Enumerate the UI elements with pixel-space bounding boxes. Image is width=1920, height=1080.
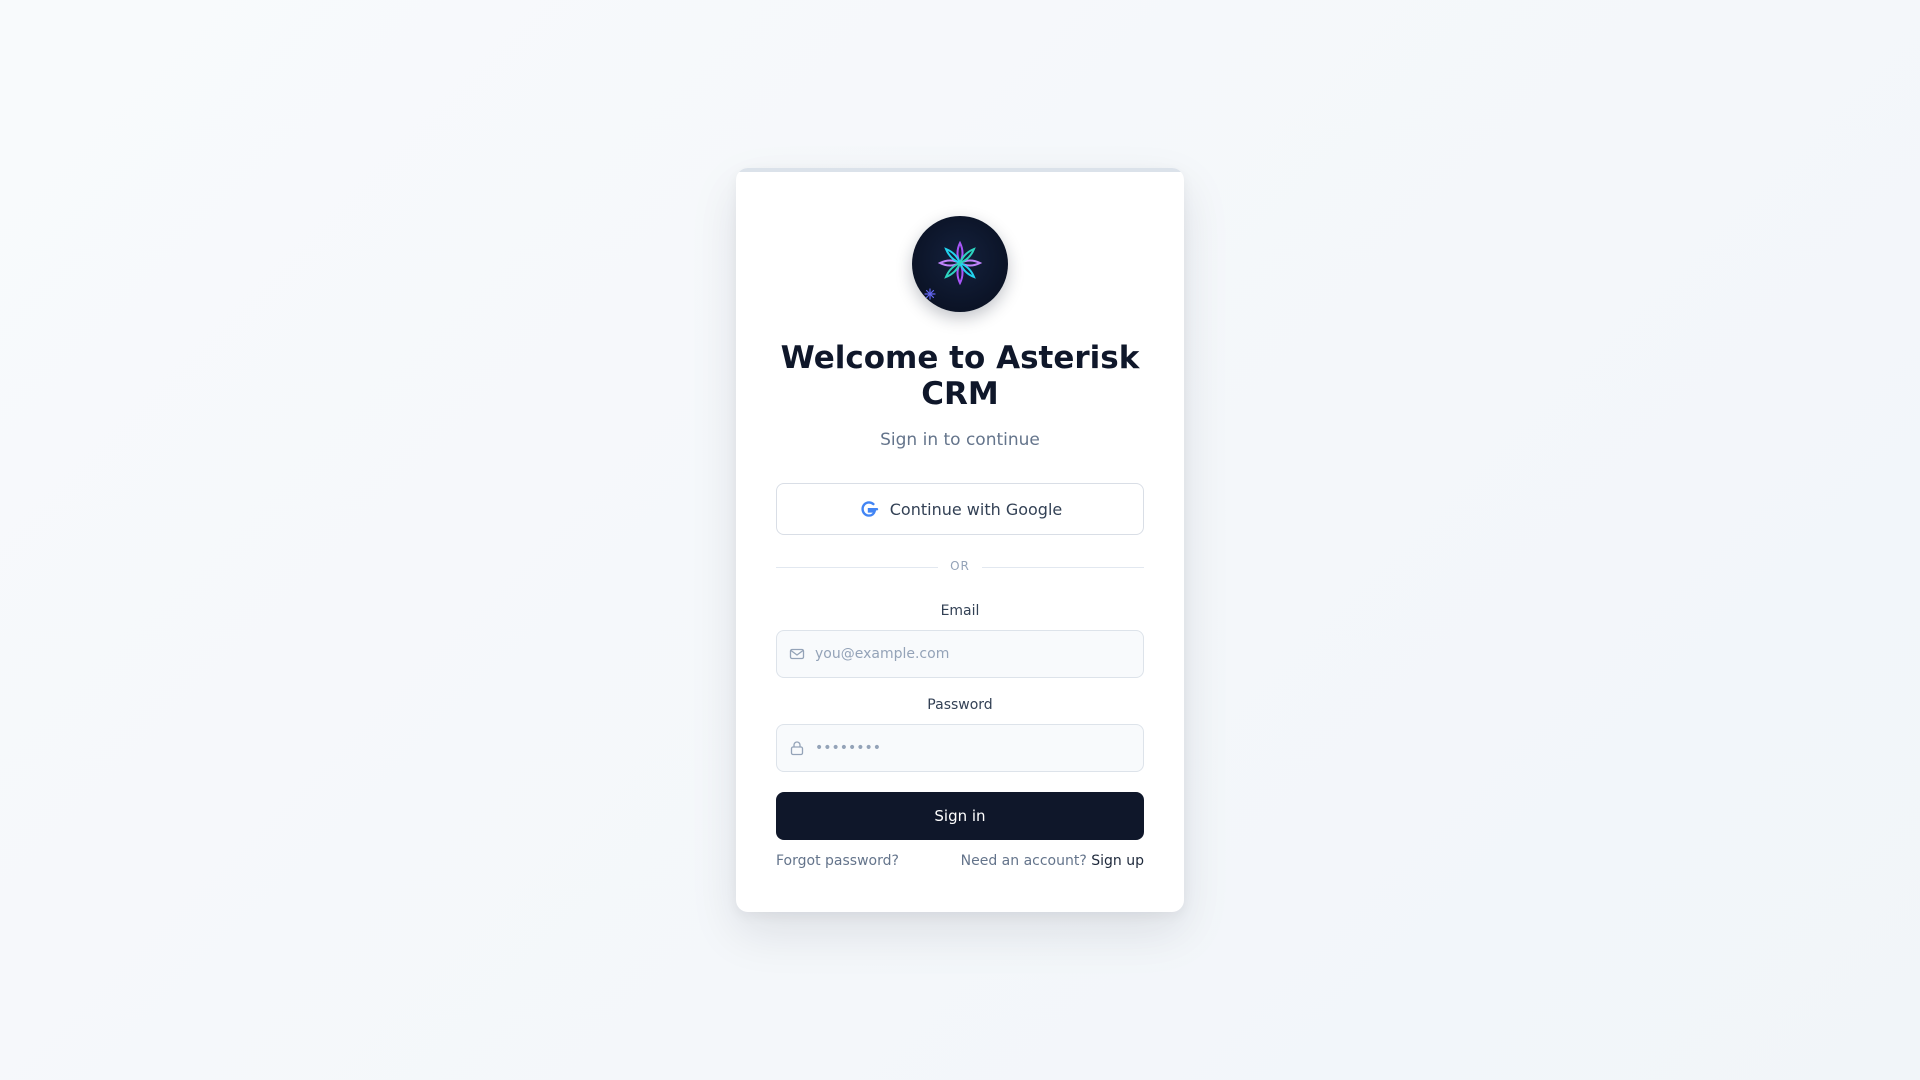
google-button-label: Continue with Google [889, 499, 1063, 519]
email-input[interactable] [815, 646, 1135, 662]
divider-line-right [982, 567, 1144, 568]
auth-footer-links: Forgot password? Need an account? Sign u… [776, 853, 1144, 875]
or-divider: OR [776, 558, 1144, 576]
asterisk-logo-graphic [924, 240, 983, 300]
sign-up-link[interactable]: Sign up [1091, 853, 1144, 869]
password-input[interactable] [815, 740, 1135, 756]
email-label: Email [940, 603, 980, 619]
page-title: Welcome to Asterisk CRM [780, 340, 1140, 412]
page-subtitle: Sign in to continue [880, 430, 1040, 450]
forgot-password-link[interactable]: Forgot password? [776, 853, 899, 869]
need-account-label: Need an account? [960, 853, 1087, 869]
card-top-accent [736, 168, 1184, 172]
password-label: Password [927, 697, 993, 713]
asterisk-icon [912, 216, 1008, 312]
need-account-text: Need an account? Sign up [961, 853, 1144, 869]
continue-with-google-button[interactable]: Continue with Google [776, 483, 1144, 535]
sign-in-button[interactable]: Sign in [776, 792, 1144, 840]
login-card: Welcome to Asterisk CRM Sign in to conti… [736, 168, 1184, 912]
password-field-wrapper[interactable] [776, 724, 1144, 772]
lock-icon [789, 740, 805, 756]
google-icon [858, 498, 880, 520]
mail-icon [789, 646, 805, 662]
email-field-wrapper[interactable] [776, 630, 1144, 678]
divider-label: OR [950, 559, 970, 573]
